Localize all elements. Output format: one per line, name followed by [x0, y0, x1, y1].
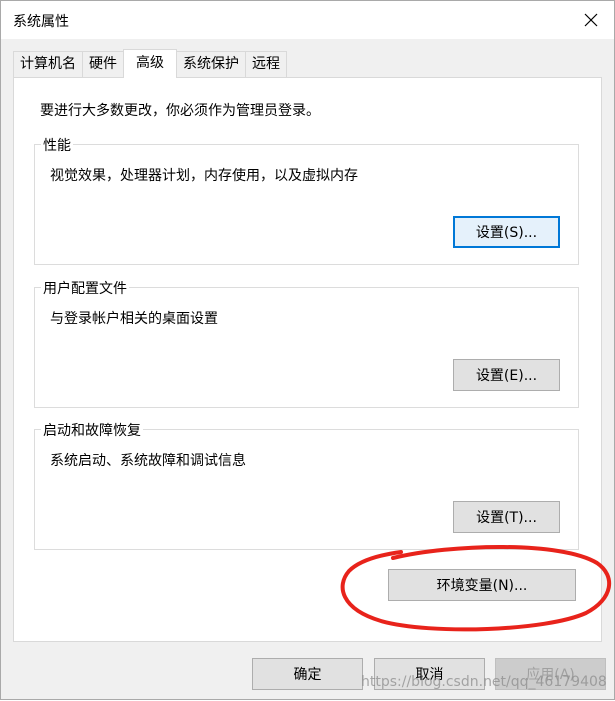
- close-icon: [584, 13, 598, 27]
- title-bar: 系统属性: [1, 1, 614, 39]
- tab-system-protection[interactable]: 系统保护: [176, 51, 246, 77]
- advanced-tab-panel: 要进行大多数更改，你必须作为管理员登录。 性能 视觉效果，处理器计划，内存使用，…: [13, 77, 602, 642]
- tab-hardware[interactable]: 硬件: [82, 51, 124, 77]
- system-properties-window: 系统属性 计算机名 硬件 高级 系统保护 远程 要进行大多数更改，你必须作为管理…: [0, 0, 615, 700]
- user-profiles-settings-button[interactable]: 设置(E)...: [453, 359, 560, 391]
- tab-strip: 计算机名 硬件 高级 系统保护 远程: [13, 49, 287, 78]
- startup-recovery-group-label: 启动和故障恢复: [41, 420, 143, 440]
- watermark-text: https://blog.csdn.net/qq_46179408: [361, 674, 607, 690]
- user-profiles-group: 用户配置文件 与登录帐户相关的桌面设置 设置(E)...: [34, 278, 579, 408]
- performance-group: 性能 视觉效果，处理器计划，内存使用，以及虚拟内存 设置(S)...: [34, 135, 579, 265]
- admin-note: 要进行大多数更改，你必须作为管理员登录。: [40, 103, 320, 119]
- tab-computer-name[interactable]: 计算机名: [13, 51, 83, 77]
- performance-group-label: 性能: [41, 135, 73, 155]
- ok-button[interactable]: 确定: [252, 658, 363, 690]
- window-title: 系统属性: [13, 14, 69, 30]
- environment-variables-button[interactable]: 环境变量(N)...: [388, 569, 576, 601]
- user-profiles-description: 与登录帐户相关的桌面设置: [50, 311, 218, 327]
- close-button[interactable]: [568, 1, 614, 39]
- user-profiles-group-label: 用户配置文件: [41, 278, 129, 298]
- tab-advanced[interactable]: 高级: [123, 49, 177, 78]
- startup-recovery-group: 启动和故障恢复 系统启动、系统故障和调试信息 设置(T)...: [34, 420, 579, 550]
- startup-recovery-description: 系统启动、系统故障和调试信息: [50, 453, 246, 469]
- startup-recovery-settings-button[interactable]: 设置(T)...: [453, 501, 560, 533]
- performance-settings-button[interactable]: 设置(S)...: [453, 216, 560, 248]
- tab-remote[interactable]: 远程: [245, 51, 287, 77]
- performance-description: 视觉效果，处理器计划，内存使用，以及虚拟内存: [50, 168, 358, 184]
